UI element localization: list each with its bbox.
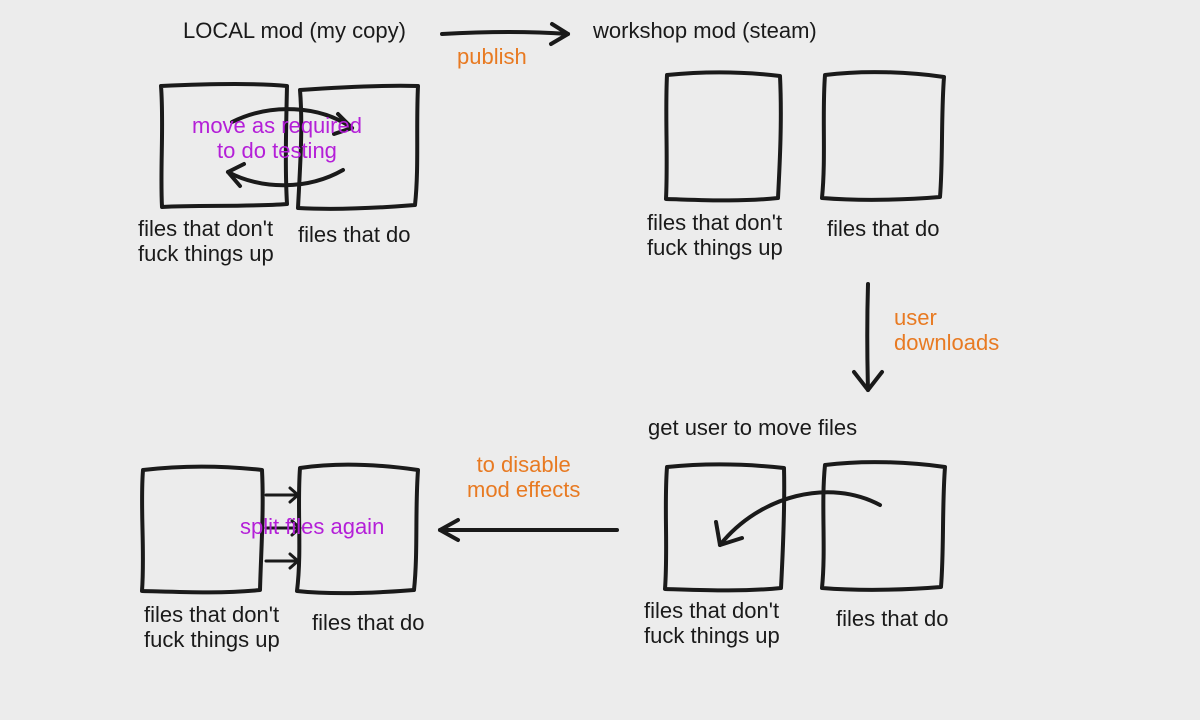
box-workshop-right [822, 72, 944, 200]
label-split-right: files that do [312, 610, 425, 635]
label-local-title: LOCAL mod (my copy) [183, 18, 406, 43]
label-to-disable: to disable mod effects [467, 452, 580, 503]
label-get-user-move: get user to move files [648, 415, 857, 440]
arrow-publish [442, 32, 568, 34]
label-split-again: split files again [240, 514, 384, 539]
label-user-downloads: user downloads [894, 305, 999, 356]
label-local-left: files that don't fuck things up [138, 216, 274, 267]
label-user-left: files that don't fuck things up [644, 598, 780, 649]
label-workshop-right: files that do [827, 216, 940, 241]
label-user-right: files that do [836, 606, 949, 631]
label-workshop-title: workshop mod (steam) [593, 18, 817, 43]
label-split-left: files that don't fuck things up [144, 602, 280, 653]
box-user-right [822, 462, 945, 590]
label-local-right: files that do [298, 222, 411, 247]
label-testing-note: move as required to do testing [192, 113, 362, 164]
label-workshop-left: files that don't fuck things up [647, 210, 783, 261]
arrow-move-into-left [720, 492, 880, 545]
box-workshop-left [666, 72, 781, 200]
box-user-left [665, 464, 784, 590]
arrow-user-downloads [867, 284, 868, 390]
label-publish: publish [457, 44, 527, 69]
